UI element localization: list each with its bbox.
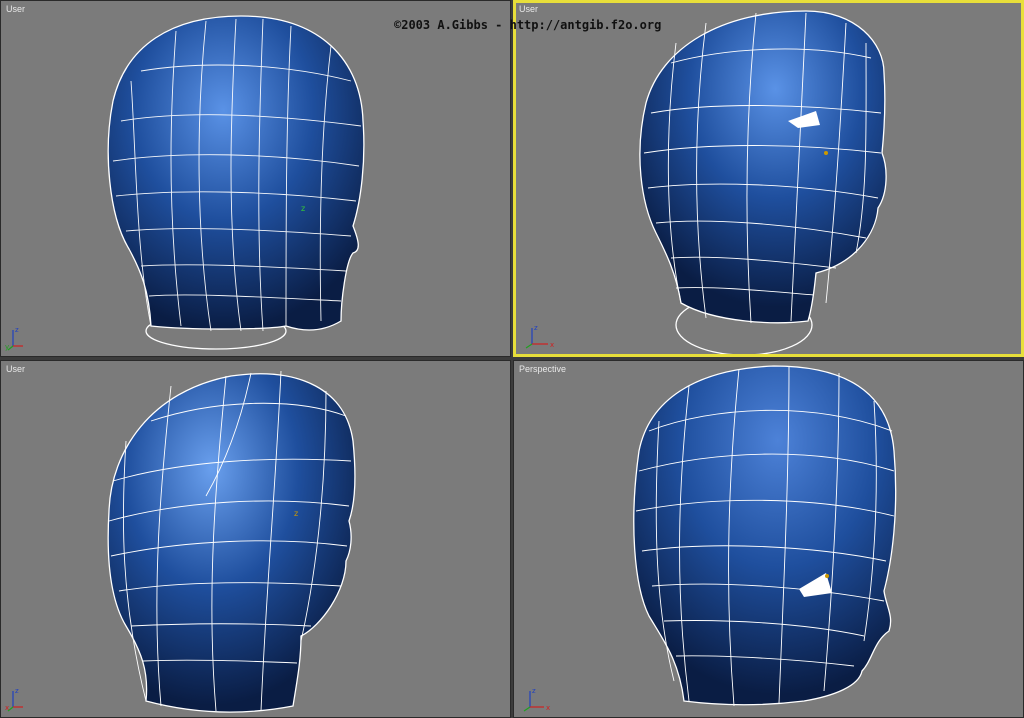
- axis-x-label: x: [546, 704, 550, 712]
- axis-y-label: y: [5, 343, 9, 351]
- head-mesh-back-view[interactable]: z: [1, 1, 511, 357]
- head-mesh-icon: z: [107, 370, 356, 713]
- axis-gizmo-icon: z y: [5, 326, 23, 351]
- copyright-text: ©2003 A.Gibbs - http://antgib.f2o.org: [394, 18, 662, 32]
- viewport-perspective[interactable]: Perspective z x: [513, 360, 1024, 718]
- pivot-icon: [824, 151, 828, 155]
- axis-gizmo-icon: z x: [523, 687, 550, 712]
- axis-gizmo-icon: z x: [525, 324, 554, 349]
- viewport-user-top-left[interactable]: User z z y: [0, 0, 511, 357]
- axis-z-label: z: [15, 687, 19, 695]
- axis-z-label: z: [15, 326, 19, 334]
- axis-z-label: z: [534, 324, 538, 332]
- head-mesh-rear-three-quarter-view[interactable]: z: [1, 361, 511, 718]
- axis-x-label: x: [550, 341, 554, 349]
- head-mesh-icon: z: [107, 15, 365, 350]
- head-mesh-perspective-view[interactable]: [514, 361, 1024, 718]
- axis-gizmo-icon: z x: [5, 687, 23, 712]
- axis-x-label: x: [5, 704, 9, 712]
- viewport-user-bottom-left[interactable]: User z z x: [0, 360, 511, 718]
- head-mesh-face-view[interactable]: [516, 3, 1021, 354]
- head-mesh-icon: [639, 10, 887, 354]
- pivot-icon: z: [294, 509, 298, 518]
- head-mesh-icon: [633, 365, 897, 707]
- viewport-user-top-right[interactable]: User z x: [513, 0, 1024, 357]
- pivot-icon: z: [301, 204, 305, 213]
- axis-z-label: z: [532, 687, 536, 695]
- pivot-icon: [825, 574, 829, 578]
